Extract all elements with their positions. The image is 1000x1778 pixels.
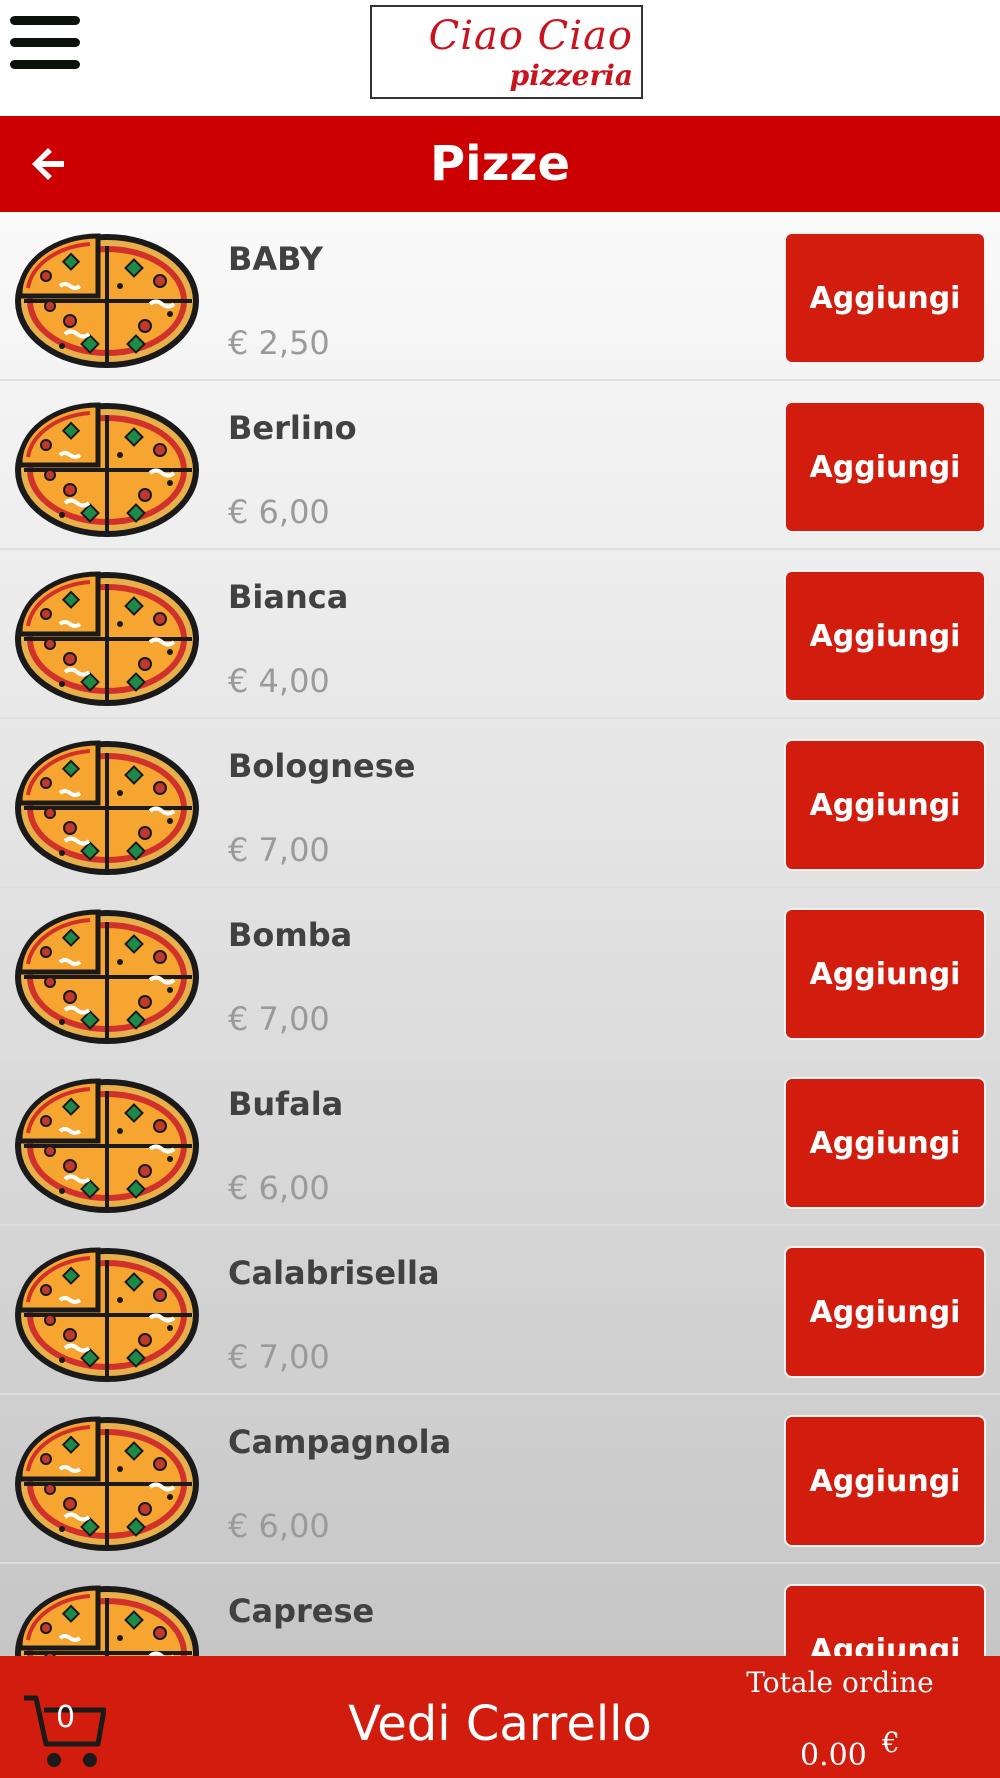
product-price: € 7,00 bbox=[228, 1000, 330, 1038]
cart-count: 0 bbox=[56, 1700, 76, 1735]
page-title: Pizze bbox=[429, 136, 571, 192]
list-item: Bomba € 7,00 Aggiungi bbox=[0, 888, 1000, 1057]
logo-line2: pizzeria bbox=[509, 59, 633, 92]
list-item: Caprese Aggiungi bbox=[0, 1564, 1000, 1656]
pizza-icon bbox=[10, 1240, 204, 1386]
product-name: Calabrisella bbox=[228, 1254, 440, 1292]
add-button[interactable]: Aggiungi bbox=[784, 739, 986, 871]
add-button[interactable]: Aggiungi bbox=[784, 1584, 986, 1656]
list-item: Bianca € 4,00 Aggiungi bbox=[0, 550, 1000, 719]
view-cart-button[interactable]: Vedi Carrello bbox=[300, 1696, 700, 1752]
product-name: Berlino bbox=[228, 409, 357, 447]
order-total-currency: € bbox=[882, 1726, 900, 1759]
product-name: Bianca bbox=[228, 578, 349, 616]
add-button[interactable]: Aggiungi bbox=[784, 570, 986, 702]
product-name: BABY bbox=[228, 240, 323, 278]
product-name: Bomba bbox=[228, 916, 353, 954]
list-item: Bolognese € 7,00 Aggiungi bbox=[0, 719, 1000, 888]
product-name: Bolognese bbox=[228, 747, 416, 785]
order-total-value: 0.00 bbox=[800, 1738, 867, 1773]
title-bar: Pizze bbox=[0, 116, 1000, 212]
pizza-icon bbox=[10, 226, 204, 372]
logo[interactable]: Ciao Ciao pizzeria bbox=[370, 5, 643, 99]
pizza-icon bbox=[10, 733, 204, 879]
cart-footer: 0 Vedi Carrello Totale ordine 0.00 € bbox=[0, 1656, 1000, 1778]
list-item: Calabrisella € 7,00 Aggiungi bbox=[0, 1226, 1000, 1395]
add-button[interactable]: Aggiungi bbox=[784, 1077, 986, 1209]
top-bar: Ciao Ciao pizzeria bbox=[0, 0, 1000, 116]
product-price: € 6,00 bbox=[228, 1507, 330, 1545]
list-item: BABY € 2,50 Aggiungi bbox=[0, 212, 1000, 381]
product-price: € 2,50 bbox=[228, 324, 330, 362]
product-price: € 6,00 bbox=[228, 1169, 330, 1207]
add-button[interactable]: Aggiungi bbox=[784, 908, 986, 1040]
product-name: Caprese bbox=[228, 1592, 375, 1630]
product-price: € 4,00 bbox=[228, 662, 330, 700]
product-name: Campagnola bbox=[228, 1423, 452, 1461]
list-item: Campagnola € 6,00 Aggiungi bbox=[0, 1395, 1000, 1564]
product-price: € 7,00 bbox=[228, 831, 330, 869]
order-total-label: Totale ordine bbox=[746, 1666, 934, 1699]
product-price: € 6,00 bbox=[228, 493, 330, 531]
list-item: Bufala € 6,00 Aggiungi bbox=[0, 1057, 1000, 1226]
product-price: € 7,00 bbox=[228, 1338, 330, 1376]
add-button[interactable]: Aggiungi bbox=[784, 232, 986, 364]
pizza-icon bbox=[10, 1071, 204, 1217]
add-button[interactable]: Aggiungi bbox=[784, 401, 986, 533]
pizza-icon bbox=[10, 902, 204, 1048]
add-button[interactable]: Aggiungi bbox=[784, 1415, 986, 1547]
pizza-icon bbox=[10, 395, 204, 541]
pizza-icon bbox=[10, 1409, 204, 1555]
add-button[interactable]: Aggiungi bbox=[784, 1246, 986, 1378]
logo-line1: Ciao Ciao bbox=[428, 13, 633, 59]
pizza-icon bbox=[10, 1578, 204, 1656]
list-item: Berlino € 6,00 Aggiungi bbox=[0, 381, 1000, 550]
hamburger-menu-icon[interactable] bbox=[10, 16, 80, 70]
product-name: Bufala bbox=[228, 1085, 344, 1123]
pizza-icon bbox=[10, 564, 204, 710]
product-list[interactable]: BABY € 2,50 Aggiungi Berlino € 6,00 Aggi… bbox=[0, 212, 1000, 1656]
